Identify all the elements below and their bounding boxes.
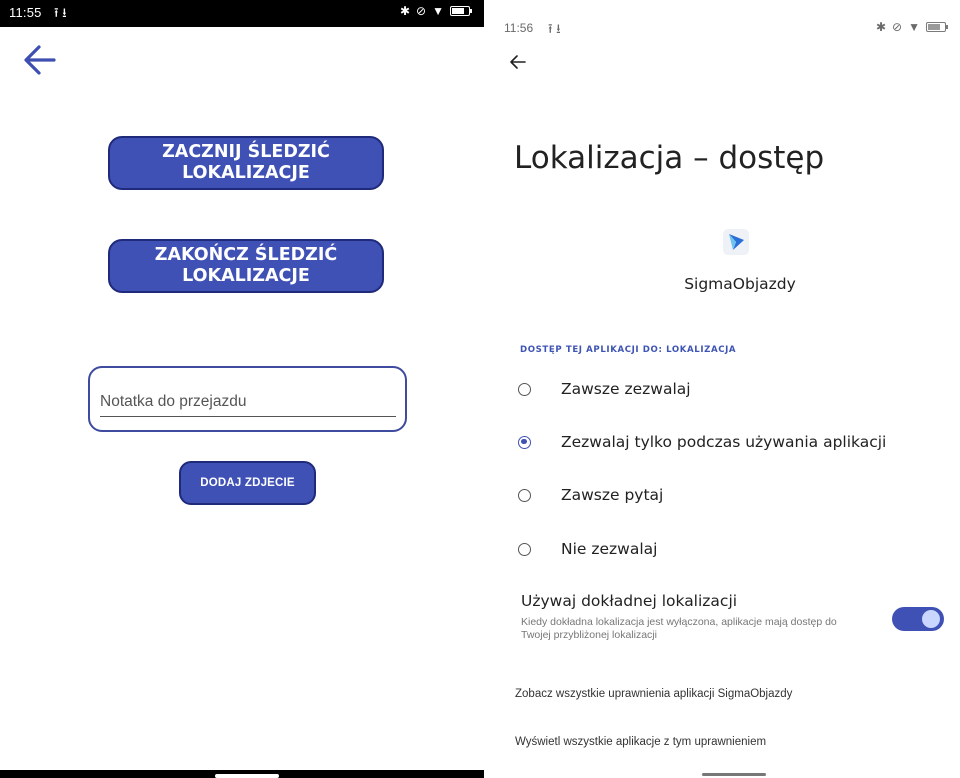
no-sound-icon: ⊘ (416, 4, 427, 18)
home-handle[interactable] (215, 774, 279, 778)
option-allow-while-using[interactable]: Zezwalaj tylko podczas używania aplikacj… (518, 427, 886, 457)
left-screen: 11:55 ⭱ ⭳ ✱ ⊘ ▼ ZACZNIJ ŚLEDZIĆ LOKALIZA… (0, 0, 484, 778)
precise-location-toggle[interactable] (892, 607, 944, 631)
all-permissions-link[interactable]: Zobacz wszystkie uprawnienia aplikacji S… (515, 688, 792, 700)
app-icon (723, 229, 749, 255)
note-field-container (88, 366, 407, 432)
option-label: Nie zezwalaj (561, 540, 658, 558)
start-tracking-button[interactable]: ZACZNIJ ŚLEDZIĆ LOKALIZACJE (108, 136, 384, 190)
transfer-icons: ⭱ ⭳ (548, 21, 561, 36)
option-label: Zawsze zezwalaj (561, 380, 691, 398)
home-handle[interactable] (702, 773, 766, 776)
option-label: Zawsze pytaj (561, 486, 664, 504)
transfer-icons: ⭱ ⭳ (54, 5, 67, 20)
app-name: SigmaObjazdy (684, 275, 796, 293)
stop-tracking-button[interactable]: ZAKOŃCZ ŚLEDZIĆ LOKALIZACJE (108, 239, 384, 293)
option-deny[interactable]: Nie zezwalaj (518, 534, 657, 564)
precise-location-title: Używaj dokładnej lokalizacji (521, 592, 738, 610)
battery-icon (926, 22, 948, 32)
no-sound-icon: ⊘ (892, 20, 903, 34)
radio-button-selected[interactable] (518, 435, 531, 449)
bluetooth-icon: ✱ (399, 4, 411, 18)
wifi-icon: ▼ (908, 20, 920, 34)
bluetooth-icon: ✱ (875, 20, 887, 34)
status-bar: 11:56 ⭱ ⭳ ✱ ⊘ ▼ (494, 16, 960, 38)
option-always-ask[interactable]: Zawsze pytaj (518, 480, 663, 510)
radio-button[interactable] (518, 488, 531, 502)
radio-button[interactable] (518, 382, 531, 396)
back-arrow-icon[interactable] (508, 52, 528, 72)
battery-icon (450, 6, 472, 16)
radio-button[interactable] (518, 542, 531, 556)
page-title: Lokalizacja – dostęp (514, 140, 825, 176)
status-time: 11:56 (504, 21, 534, 35)
wifi-icon: ▼ (432, 4, 444, 18)
right-screen: 11:56 ⭱ ⭳ ✱ ⊘ ▼ Lokalizacja – dostęp Sig… (494, 0, 960, 778)
toggle-knob (922, 610, 940, 628)
all-apps-link[interactable]: Wyświetl wszystkie aplikacje z tym upraw… (515, 736, 766, 748)
note-input[interactable] (100, 390, 396, 417)
status-icons: ✱ ⊘ ▼ (875, 20, 948, 34)
status-bar: 11:55 ⭱ ⭳ ✱ ⊘ ▼ (0, 0, 484, 27)
status-time: 11:55 (9, 5, 42, 20)
precise-location-description: Kiedy dokładna lokalizacja jest wyłączon… (521, 616, 837, 641)
navigation-bar (0, 770, 484, 778)
option-always-allow[interactable]: Zawsze zezwalaj (518, 374, 691, 404)
add-photo-button[interactable]: DODAJ ZDJECIE (179, 461, 316, 505)
status-icons: ✱ ⊘ ▼ (399, 4, 472, 18)
section-header: DOSTĘP TEJ APLIKACJI DO: LOKALIZACJA (520, 345, 737, 355)
option-label: Zezwalaj tylko podczas używania aplikacj… (561, 433, 887, 451)
back-arrow-icon[interactable] (18, 40, 64, 80)
